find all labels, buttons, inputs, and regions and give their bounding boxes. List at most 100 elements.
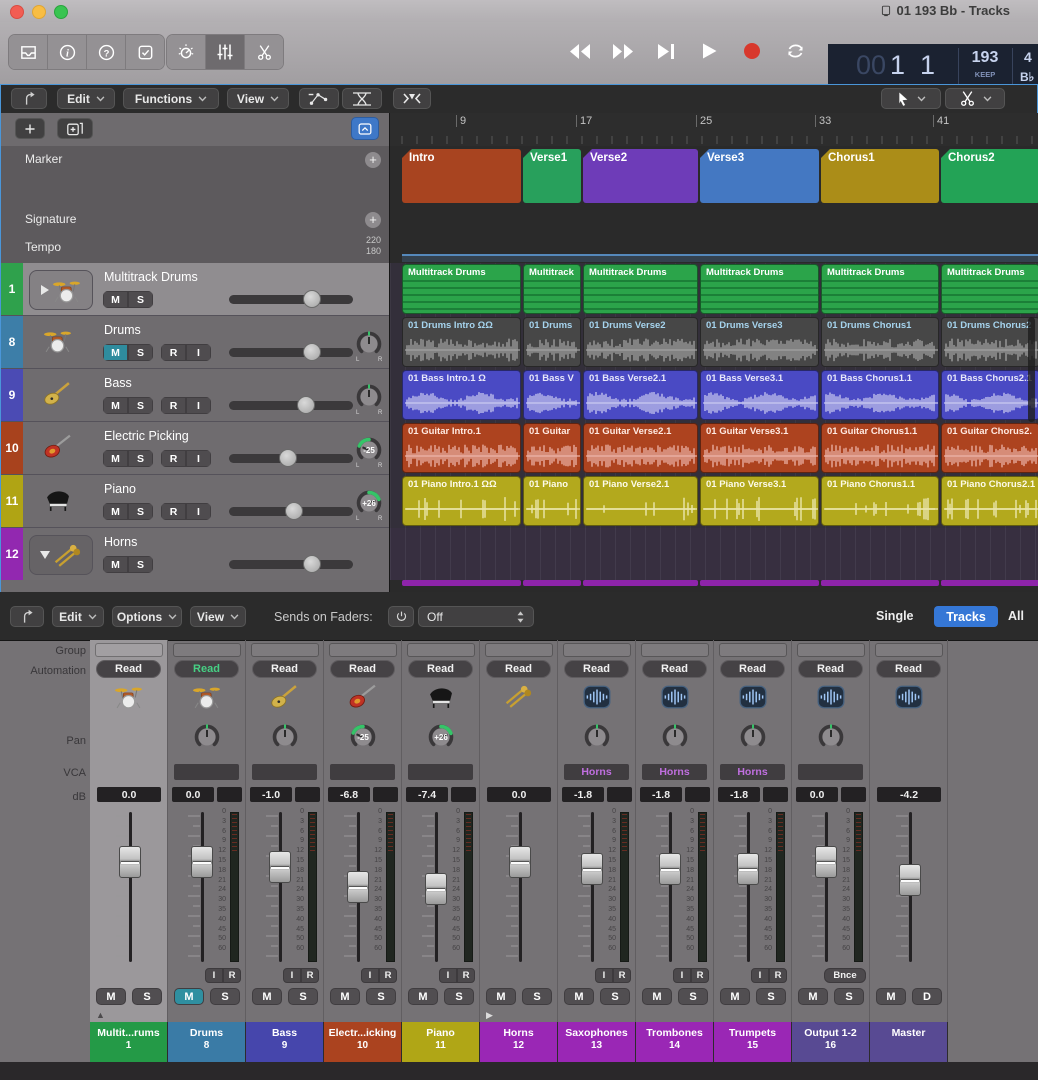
- volume-db-display[interactable]: -1.8: [640, 787, 682, 802]
- region[interactable]: 01 Guitar Intro.1: [402, 423, 521, 473]
- volume-slider-handle[interactable]: [285, 502, 303, 520]
- track-volume-slider[interactable]: [229, 507, 353, 516]
- vca-slot[interactable]: [798, 764, 863, 780]
- mute-button[interactable]: M: [798, 988, 828, 1005]
- mixer-view-all[interactable]: All: [1008, 609, 1024, 623]
- region[interactable]: 01 Bass V: [523, 370, 581, 420]
- volume-db-display[interactable]: -7.4: [406, 787, 448, 802]
- mute-button[interactable]: M: [408, 988, 438, 1005]
- input-monitor-button[interactable]: I: [673, 968, 691, 983]
- record-button[interactable]: [737, 36, 767, 66]
- region[interactable]: 01 Bass Intro.1 Ω: [402, 370, 521, 420]
- channel-name-plate[interactable]: Multit...rums1: [90, 1022, 168, 1062]
- fader-handle[interactable]: [899, 864, 921, 896]
- track-header-electric-picking[interactable]: 10Electric PickingMSRI-25LR: [1, 422, 389, 475]
- fader-handle[interactable]: [509, 846, 531, 878]
- channel-name-plate[interactable]: Drums8: [168, 1022, 246, 1062]
- vca-slot[interactable]: Horns: [564, 764, 629, 780]
- track-icon-holder[interactable]: [43, 434, 72, 464]
- input-monitor-button[interactable]: I: [186, 503, 211, 520]
- fader-handle[interactable]: [815, 846, 837, 878]
- pan-knob[interactable]: [813, 722, 849, 754]
- volume-db-display[interactable]: -6.8: [328, 787, 370, 802]
- collapsed-region-strip[interactable]: [583, 580, 698, 586]
- marker-lane[interactable]: IntroVerse1Verse2Verse3Chorus1Chorus2: [389, 146, 1038, 207]
- automation-mode-button[interactable]: Read: [876, 660, 941, 678]
- minimize-window-button[interactable]: [32, 5, 46, 19]
- track-lane-10[interactable]: 01 Guitar Intro.101 Guitar01 Guitar Vers…: [389, 422, 1038, 476]
- track-header-bass[interactable]: 9BassMSRILR: [1, 369, 389, 422]
- solo-button[interactable]: S: [128, 344, 153, 361]
- volume-db-display[interactable]: -1.0: [250, 787, 292, 802]
- mixer-view-single[interactable]: Single: [876, 609, 914, 623]
- fader-handle[interactable]: [119, 846, 141, 878]
- mute-button[interactable]: M: [252, 988, 282, 1005]
- channel-name-plate[interactable]: Saxophones13: [558, 1022, 636, 1062]
- volume-slider-handle[interactable]: [297, 396, 315, 414]
- channel-name-plate[interactable]: Trumpets15: [714, 1022, 792, 1062]
- disclosure-down-icon[interactable]: [40, 551, 50, 559]
- region[interactable]: 01 Drums Chorus2: [941, 317, 1038, 367]
- pan-knob[interactable]: +26: [423, 722, 459, 754]
- channel-strip-piano[interactable]: Read+26-7.403691215182124303540455060IRM…: [402, 640, 480, 1060]
- region[interactable]: 01 Bass Verse3.1: [700, 370, 819, 420]
- region[interactable]: 01 Drums: [523, 317, 581, 367]
- automation-mode-button[interactable]: Read: [720, 660, 785, 678]
- vca-slot[interactable]: [408, 764, 473, 780]
- mute-button[interactable]: M: [103, 344, 128, 361]
- region[interactable]: 01 Drums Intro ΩΩ: [402, 317, 521, 367]
- editors-button[interactable]: [245, 35, 283, 69]
- fader-track[interactable]: [519, 812, 522, 962]
- vertical-scrollbar[interactable]: [1028, 317, 1035, 422]
- track-icon-holder[interactable]: [43, 487, 73, 517]
- mute-button[interactable]: M: [103, 291, 128, 308]
- mixer-menu-edit[interactable]: Edit: [52, 606, 104, 627]
- track-header-multitrack-drums[interactable]: 1Multitrack DrumsMS: [1, 263, 389, 316]
- region[interactable]: 01 Guitar: [523, 423, 581, 473]
- collapsed-region-strip[interactable]: [402, 580, 521, 586]
- channel-name-plate[interactable]: Trombones14: [636, 1022, 714, 1062]
- vca-slot[interactable]: Horns: [720, 764, 785, 780]
- solo-button[interactable]: S: [834, 988, 864, 1005]
- mixer-menu-view[interactable]: View: [190, 606, 246, 627]
- group-slot[interactable]: [563, 643, 631, 657]
- bounce-button[interactable]: Bnce: [824, 968, 866, 983]
- fader-track[interactable]: [201, 812, 204, 962]
- fader-track[interactable]: [279, 812, 282, 962]
- add-signature-track-button[interactable]: +: [365, 212, 381, 228]
- track-pan-knob[interactable]: -25LR: [351, 435, 387, 469]
- region[interactable]: Multitrack Drums: [700, 264, 819, 314]
- peak-level-display[interactable]: [451, 787, 476, 802]
- track-name[interactable]: Horns: [104, 535, 137, 549]
- volume-db-display[interactable]: -1.8: [718, 787, 760, 802]
- volume-slider-handle[interactable]: [303, 555, 321, 573]
- vca-slot[interactable]: Horns: [642, 764, 707, 780]
- menu-functions[interactable]: Functions: [123, 88, 219, 109]
- volume-db-display[interactable]: -1.8: [562, 787, 604, 802]
- record-enable-button[interactable]: R: [457, 968, 475, 983]
- track-volume-slider[interactable]: [229, 348, 353, 357]
- track-pan-knob[interactable]: +26LR: [351, 488, 387, 522]
- track-icon-holder[interactable]: [43, 328, 72, 358]
- channel-name-plate[interactable]: Output 1-216: [792, 1022, 870, 1062]
- zoom-window-button[interactable]: [54, 5, 68, 19]
- mute-button[interactable]: M: [103, 556, 128, 573]
- track-volume-slider[interactable]: [229, 454, 353, 463]
- group-slot[interactable]: [407, 643, 475, 657]
- left-click-tool-selector[interactable]: [881, 88, 941, 109]
- group-slot[interactable]: [329, 643, 397, 657]
- bar-ruler[interactable]: 917253341: [389, 113, 1038, 147]
- solo-button[interactable]: S: [128, 503, 153, 520]
- region[interactable]: 01 Bass Verse2.1: [583, 370, 698, 420]
- menu-view[interactable]: View: [227, 88, 289, 109]
- mute-button[interactable]: M: [96, 988, 126, 1005]
- input-monitor-button[interactable]: I: [205, 968, 223, 983]
- peak-level-display[interactable]: [763, 787, 788, 802]
- pan-knob[interactable]: -25: [345, 722, 381, 754]
- region[interactable]: Multitrack Drums: [821, 264, 939, 314]
- volume-slider-handle[interactable]: [303, 290, 321, 308]
- duplicate-track-button[interactable]: [57, 118, 93, 139]
- mute-button[interactable]: M: [330, 988, 360, 1005]
- channel-strip-trumpets[interactable]: ReadHorns-1.803691215182124303540455060I…: [714, 640, 792, 1060]
- region[interactable]: 01 Piano Verse2.1: [583, 476, 698, 526]
